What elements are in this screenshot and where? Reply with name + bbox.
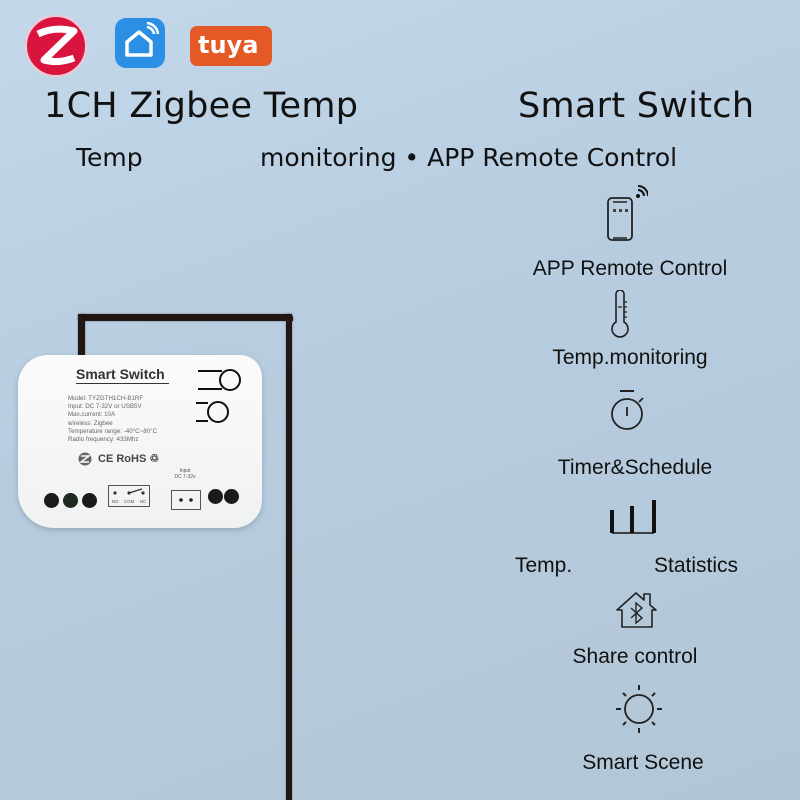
spec-temp-range: Temperature range: -40°C~80°C [68, 427, 158, 435]
terminal-screw [208, 489, 223, 504]
relay-label-com: COM [123, 499, 135, 504]
feature-timer-schedule: Timer&Schedule [557, 456, 713, 479]
dc-input-label-line2: DC 7-32v [174, 474, 196, 480]
device-title: Smart Switch [76, 366, 169, 384]
tuya-logo: tuya [190, 26, 272, 66]
spec-model: Model: TYZGTH1CH-B1RF [68, 395, 144, 402]
wire-right [286, 314, 292, 800]
feature-temp-monitoring: Temp.monitoring [552, 346, 708, 369]
thermometer-icon [611, 290, 629, 338]
certification-marks: CE RoHS ♲ [98, 453, 160, 465]
spec-input: Input: DC 7-32V or USB5V [68, 403, 142, 411]
sun-icon [616, 685, 662, 733]
smart-switch-module: Smart Switch Model: TYZGTH1CH-B1RF Input… [18, 355, 262, 528]
terminal-screw [44, 493, 59, 508]
subtitle-left: Temp [76, 143, 143, 172]
terminal-screw [224, 489, 239, 504]
zigbee-mark-icon [78, 452, 92, 466]
phone-wifi-icon [607, 185, 648, 241]
spec-radio: Radio frequency: 433Mhz [68, 436, 139, 444]
wire-top [78, 314, 293, 321]
dc-input-label: Input DC 7-32v [168, 468, 202, 480]
feature-temp-statistics-left: Temp. [515, 554, 573, 577]
feature-share-control: Share control [572, 645, 698, 668]
zigbee-logo-icon [25, 15, 87, 77]
headline-right: Smart Switch [518, 86, 755, 126]
bar-chart-icon [610, 500, 656, 534]
relay-diagram: NO COM NC [108, 485, 150, 507]
terminal-screw [63, 493, 78, 508]
feature-app-remote-control: APP Remote Control [532, 257, 728, 280]
relay-label-nc: NC [139, 499, 147, 504]
feature-smart-scene: Smart Scene [582, 751, 704, 774]
bluetooth-house-icon [616, 592, 657, 628]
subtitle-right: monitoring • APP Remote Control [260, 143, 678, 172]
feature-temp-statistics-right: Statistics [654, 554, 739, 577]
smart-life-home-icon [115, 18, 165, 68]
dc-input-port [171, 490, 201, 510]
wire-left [78, 314, 85, 359]
stopwatch-icon [611, 390, 644, 430]
relay-label-no: NO [111, 499, 119, 504]
terminal-screw [82, 493, 97, 508]
headline-left: 1CH Zigbee Temp [44, 86, 359, 126]
antenna-loops-icon [196, 369, 241, 423]
relay-switch-icon [113, 488, 145, 495]
spec-wireless: wireless: Zigbee [68, 419, 113, 427]
spec-list: Model: TYZGTH1CH-B1RF Input: DC 7-32V or… [68, 395, 157, 444]
spec-current: Max.current: 10A [68, 411, 116, 419]
